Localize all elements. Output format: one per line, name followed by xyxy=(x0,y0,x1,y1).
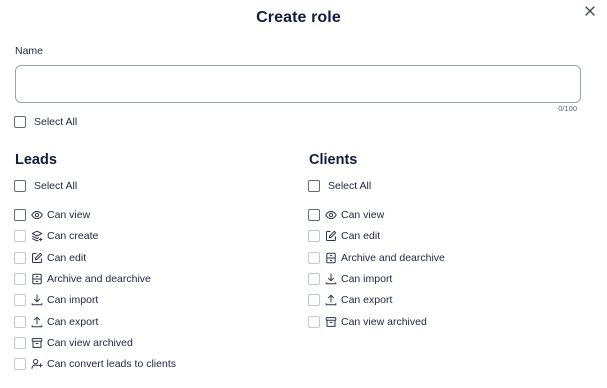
edit-icon xyxy=(325,230,337,242)
clients-permission-checkbox[interactable] xyxy=(308,272,320,285)
archive-icon xyxy=(31,337,43,349)
leads-permission-can-create[interactable]: Can create xyxy=(14,228,98,244)
leads-permission-label: Can edit xyxy=(47,251,87,264)
clients-permission-can-view[interactable]: Can view xyxy=(308,207,384,223)
clients-permission-label: Can view archived xyxy=(341,315,427,328)
clients-permission-can-export[interactable]: Can export xyxy=(308,292,392,308)
clients-permission-can-edit[interactable]: Can edit xyxy=(308,228,380,244)
layers-plus-icon xyxy=(31,230,43,242)
clients-permission-can-import[interactable]: Can import xyxy=(308,271,392,287)
leads-permission-label: Can view archived xyxy=(47,336,133,349)
global-select-all-label: Select All xyxy=(34,116,78,128)
leads-select-all[interactable]: Select All xyxy=(14,178,77,194)
clients-section-title: Clients xyxy=(309,152,358,168)
clients-permission-checkbox[interactable] xyxy=(308,209,320,221)
archive-box-icon xyxy=(325,252,337,264)
leads-permission-archive-and-dearchive[interactable]: Archive and dearchive xyxy=(14,271,151,287)
name-input[interactable] xyxy=(15,65,581,103)
clients-permission-label: Archive and dearchive xyxy=(341,251,445,264)
create-role-dialog: Create role Name 0/100 Select All Leads … xyxy=(0,0,607,388)
global-select-all[interactable]: Select All xyxy=(14,114,77,130)
leads-permission-checkbox[interactable] xyxy=(14,315,26,328)
name-label: Name xyxy=(15,45,44,57)
leads-permission-can-export[interactable]: Can export xyxy=(14,314,98,330)
clients-permission-checkbox[interactable] xyxy=(308,294,320,307)
clients-permission-label: Can import xyxy=(341,272,393,285)
clients-select-all[interactable]: Select All xyxy=(308,178,371,194)
leads-permission-label: Can import xyxy=(47,294,99,307)
leads-permission-label: Can convert leads to clients xyxy=(47,358,176,371)
leads-permission-checkbox[interactable] xyxy=(14,209,26,221)
leads-select-all-checkbox[interactable] xyxy=(14,180,26,192)
leads-permission-can-import[interactable]: Can import xyxy=(14,292,98,308)
clients-select-all-label: Select All xyxy=(328,180,372,192)
upload-icon xyxy=(31,316,43,328)
clients-permission-label: Can edit xyxy=(341,230,381,243)
leads-permission-checkbox[interactable] xyxy=(14,230,26,243)
clients-permission-label: Can view xyxy=(341,209,385,221)
clients-permission-archive-and-dearchive[interactable]: Archive and dearchive xyxy=(308,250,445,266)
archive-box-icon xyxy=(31,273,43,285)
leads-permission-checkbox[interactable] xyxy=(14,272,26,285)
clients-permission-checkbox[interactable] xyxy=(308,251,320,264)
eye-icon xyxy=(325,209,337,221)
leads-permission-checkbox[interactable] xyxy=(14,336,26,349)
edit-icon xyxy=(31,252,43,264)
leads-permission-can-view[interactable]: Can view xyxy=(14,207,90,223)
leads-permission-label: Archive and dearchive xyxy=(47,272,151,285)
leads-select-all-label: Select All xyxy=(34,180,78,192)
archive-icon xyxy=(325,316,337,328)
clients-permission-checkbox[interactable] xyxy=(308,230,320,243)
leads-permission-can-view-archived[interactable]: Can view archived xyxy=(14,335,133,351)
leads-section-title: Leads xyxy=(15,152,57,168)
clients-select-all-checkbox[interactable] xyxy=(308,180,320,192)
leads-permission-checkbox[interactable] xyxy=(14,358,26,371)
dialog-title: Create role xyxy=(256,9,341,26)
close-icon[interactable] xyxy=(582,3,598,19)
leads-permission-label: Can export xyxy=(47,315,99,328)
name-char-counter: 0/100 xyxy=(558,104,577,113)
eye-icon xyxy=(31,209,43,221)
user-convert-icon xyxy=(31,358,43,370)
global-select-all-checkbox[interactable] xyxy=(14,116,26,128)
clients-permission-checkbox[interactable] xyxy=(308,315,320,328)
leads-permission-checkbox[interactable] xyxy=(14,294,26,307)
upload-icon xyxy=(325,294,337,306)
download-icon xyxy=(325,273,337,285)
leads-permission-can-convert-leads-to-clients[interactable]: Can convert leads to clients xyxy=(14,356,176,372)
leads-permission-label: Can view xyxy=(47,209,91,221)
clients-permission-can-view-archived[interactable]: Can view archived xyxy=(308,314,427,330)
leads-permission-label: Can create xyxy=(47,230,99,243)
download-icon xyxy=(31,294,43,306)
clients-permission-label: Can export xyxy=(341,294,393,307)
leads-permission-can-edit[interactable]: Can edit xyxy=(14,250,86,266)
leads-permission-checkbox[interactable] xyxy=(14,251,26,264)
